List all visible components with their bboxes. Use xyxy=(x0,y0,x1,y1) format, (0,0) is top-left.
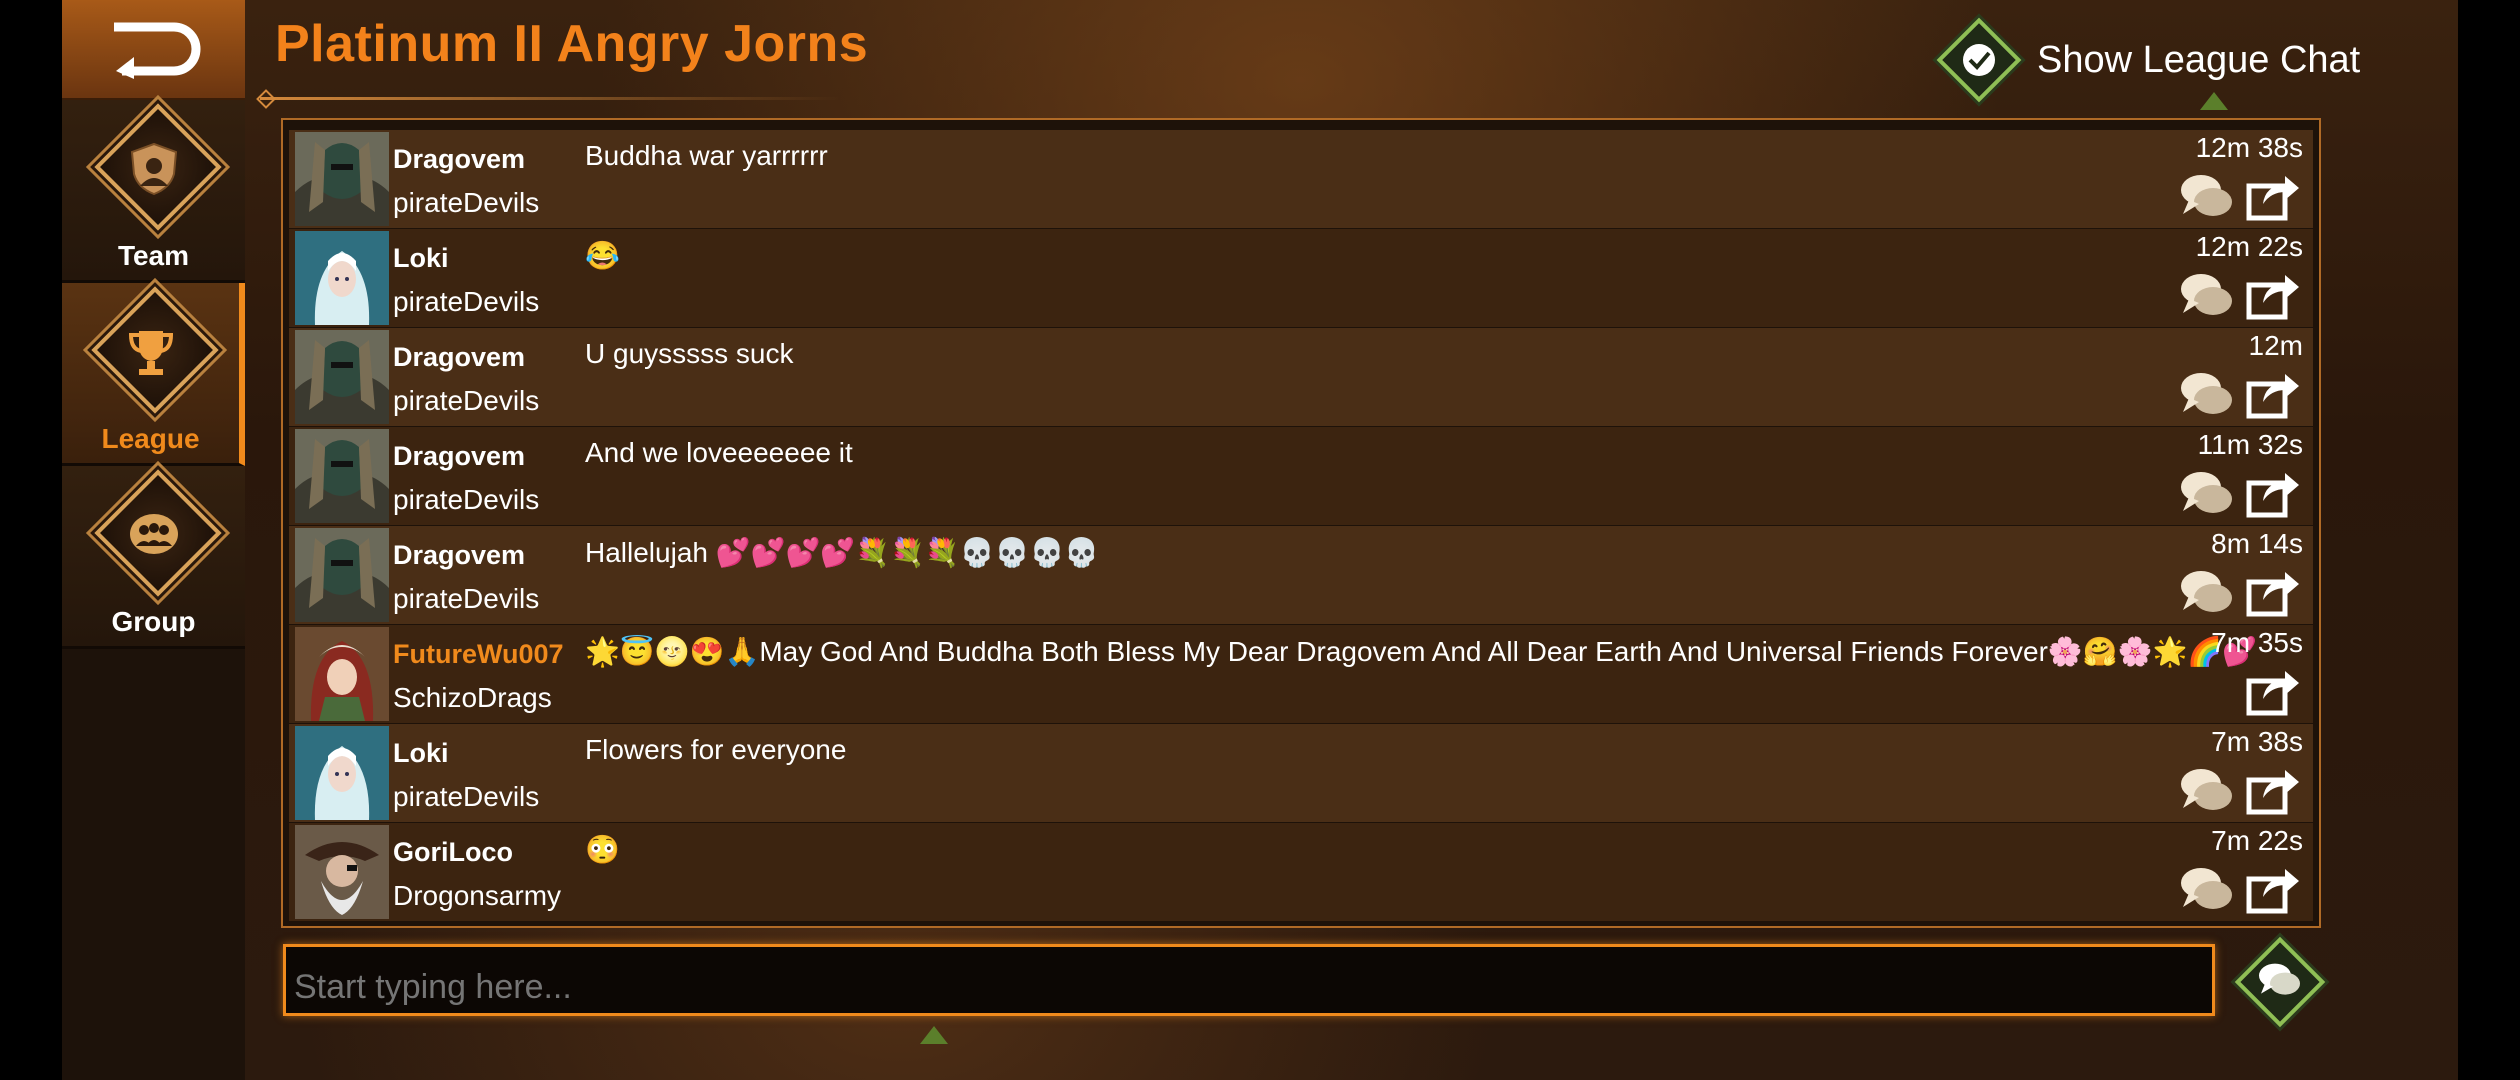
send-chat-icon xyxy=(2259,963,2300,995)
share-icon[interactable] xyxy=(2245,170,2301,222)
sender-team: pirateDevils xyxy=(393,286,540,317)
sender-team: pirateDevils xyxy=(393,187,540,218)
share-icon[interactable] xyxy=(2245,665,2301,717)
message-timestamp: 7m 35s xyxy=(2211,627,2303,658)
chat-message-row: Dragovem pirateDevils Hallelujah 💕💕💕💕💐💐💐💀💀… xyxy=(289,526,2313,624)
reply-chat-icon[interactable] xyxy=(2179,764,2235,816)
sender-team: Drogonsarmy xyxy=(393,880,562,911)
message-timestamp: 11m 32s xyxy=(2197,429,2303,460)
message-timestamp: 8m 14s xyxy=(2211,528,2303,559)
sender-team: SchizoDrags xyxy=(393,682,552,713)
reply-chat-icon[interactable] xyxy=(2179,467,2235,519)
sender-name[interactable]: FutureWu007 xyxy=(393,639,564,670)
sender-team: pirateDevils xyxy=(393,385,540,416)
back-button[interactable] xyxy=(62,0,245,100)
avatar[interactable] xyxy=(295,231,389,325)
share-icon[interactable] xyxy=(2245,566,2301,618)
avatar[interactable] xyxy=(295,132,389,226)
sidebar-item-label: Group xyxy=(111,606,196,637)
share-icon[interactable] xyxy=(2245,764,2301,816)
chat-message-row: FutureWu007 SchizoDrags 🌟😇🌝😍🙏May God And B… xyxy=(289,625,2313,723)
message-timestamp: 12m 38s xyxy=(2195,132,2303,163)
message-text: 🌟😇🌝😍🙏May God And Buddha Both Bless My De… xyxy=(585,636,2258,667)
chat-message-row: Dragovem pirateDevils Buddha war yarrrrrr 1… xyxy=(289,130,2313,228)
trophy-icon xyxy=(128,331,173,375)
reply-chat-icon[interactable] xyxy=(2179,269,2235,321)
reply-chat-icon[interactable] xyxy=(2179,368,2235,420)
left-letterbox xyxy=(0,0,62,1080)
avatar[interactable] xyxy=(295,528,389,622)
chat-message-row: Loki pirateDevils Flowers for everyone 7m 3… xyxy=(289,724,2313,822)
sender-name[interactable]: Dragovem xyxy=(393,540,525,571)
sender-name[interactable]: GoriLoco xyxy=(393,837,513,868)
reply-chat-icon[interactable] xyxy=(2179,170,2235,222)
sidebar-item-group[interactable]: Group xyxy=(62,466,245,649)
share-icon[interactable] xyxy=(2245,467,2301,519)
sender-name[interactable]: Dragovem xyxy=(393,441,525,472)
scroll-hint-icon xyxy=(920,1026,948,1044)
chat-message-row: Dragovem pirateDevils And we loveeeeeee it… xyxy=(289,427,2313,525)
back-arrow-icon xyxy=(113,22,200,79)
sender-name[interactable]: Dragovem xyxy=(393,342,525,373)
reply-chat-icon[interactable] xyxy=(2179,863,2235,915)
show-league-chat-toggle[interactable]: Show League Chat xyxy=(1935,17,2361,103)
right-letterbox xyxy=(2458,0,2520,1080)
avatar[interactable] xyxy=(295,429,389,523)
checkbox[interactable] xyxy=(1936,17,2022,103)
message-text: Buddha war yarrrrrr xyxy=(585,140,828,171)
message-timestamp: 12m 22s xyxy=(2195,231,2303,262)
share-icon[interactable] xyxy=(2245,368,2301,420)
sender-name[interactable]: Dragovem xyxy=(393,144,525,175)
message-text: 😂 xyxy=(585,240,620,271)
show-league-chat-label: Show League Chat xyxy=(2037,38,2361,81)
message-text: And we loveeeeeee it xyxy=(585,437,853,468)
message-timestamp: 7m 38s xyxy=(2211,726,2303,757)
chat-message-row: Dragovem pirateDevils U guysssss suck 12m xyxy=(289,328,2313,426)
sender-name[interactable]: Loki xyxy=(393,738,449,769)
chat-message-list[interactable]: Dragovem pirateDevils Buddha war yarrrrrr 1… xyxy=(281,118,2321,928)
avatar[interactable] xyxy=(295,627,389,721)
sender-team: pirateDevils xyxy=(393,781,540,812)
chat-input[interactable] xyxy=(283,944,2215,1016)
message-timestamp: 12m xyxy=(2248,330,2303,361)
sidebar-item-label: League xyxy=(101,423,200,454)
share-icon[interactable] xyxy=(2245,269,2301,321)
chat-message-row: Loki pirateDevils 😂 12m 22s xyxy=(289,229,2313,327)
message-text: 😳 xyxy=(585,834,620,865)
sidebar-item-team[interactable]: Team xyxy=(62,100,245,283)
chat-message-row: GoriLoco Drogonsarmy 😳 7m 22s xyxy=(289,823,2313,921)
share-icon[interactable] xyxy=(2245,863,2301,915)
sender-team: pirateDevils xyxy=(393,583,540,614)
sidebar-item-league[interactable]: League xyxy=(62,283,245,466)
group-people-icon xyxy=(129,514,178,554)
title-underline xyxy=(260,97,840,100)
checkmark-icon xyxy=(1963,44,1995,76)
scroll-up-hint-icon xyxy=(2200,92,2228,110)
avatar[interactable] xyxy=(295,726,389,820)
message-text: Flowers for everyone xyxy=(585,734,847,765)
sender-team: pirateDevils xyxy=(393,484,540,515)
sidebar-item-label: Team xyxy=(117,240,190,271)
page-title: Platinum II Angry Jorns xyxy=(275,15,869,73)
message-text: U guysssss suck xyxy=(585,338,794,369)
sender-name[interactable]: Loki xyxy=(393,243,449,274)
avatar[interactable] xyxy=(295,330,389,424)
message-text: Hallelujah 💕💕💕💕💐💐💐💀💀💀💀 xyxy=(585,537,1100,568)
reply-chat-icon[interactable] xyxy=(2179,566,2235,618)
team-shield-icon xyxy=(130,142,177,196)
avatar[interactable] xyxy=(295,825,389,919)
message-timestamp: 7m 22s xyxy=(2211,825,2303,856)
